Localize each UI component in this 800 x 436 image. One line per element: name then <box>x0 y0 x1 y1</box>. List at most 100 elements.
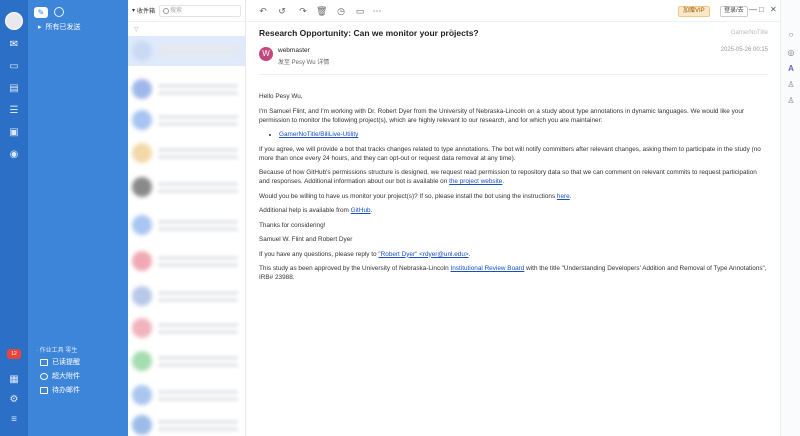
blurred-avatar <box>132 286 152 306</box>
blurred-avatar <box>132 41 152 61</box>
blurred-avatar <box>132 79 152 99</box>
sender-avatar[interactable]: W <box>259 47 273 61</box>
login-button[interactable]: 登录/去 <box>720 6 748 17</box>
list-item[interactable] <box>128 410 245 436</box>
compass-icon[interactable]: ◉ <box>8 150 20 160</box>
text: Would you be willing to have us monitor … <box>259 192 557 200</box>
message-toolbar: ↶ ↺ ↷ 🗑 ◷ ▭ ⋯ 加赠VIP 登录/去 — □ ✕ <box>246 0 780 22</box>
list-item[interactable] <box>128 281 245 311</box>
calendar-icon[interactable]: ▤ <box>8 84 20 94</box>
play-icon: ▸ <box>38 24 42 31</box>
settings-icon[interactable]: ⚙ <box>8 395 20 405</box>
inbox-dropdown[interactable]: ▾ 收件箱 <box>132 6 155 15</box>
text: . <box>370 207 373 214</box>
blurred-avatar <box>132 385 152 405</box>
blurred-avatar <box>132 110 152 130</box>
list-item[interactable] <box>128 346 245 376</box>
minimize-button[interactable]: — <box>749 5 757 14</box>
text: . <box>569 192 572 200</box>
edit-icon[interactable]: ✎ <box>449 28 455 36</box>
contact-icon[interactable]: ♙ <box>786 96 796 106</box>
text: . <box>468 250 471 258</box>
notification-badge[interactable]: 12 <box>7 349 21 359</box>
list-item[interactable] <box>128 172 245 202</box>
maximize-button[interactable]: □ <box>759 5 764 14</box>
blurred-avatar <box>132 415 152 435</box>
folder-icon[interactable]: ▭ <box>8 62 20 72</box>
sync-icon[interactable] <box>54 7 64 17</box>
reply-icon[interactable]: ↶ <box>258 6 268 16</box>
read-receipt-icon <box>40 358 48 366</box>
blurred-avatar <box>132 251 152 271</box>
message-reader: ↶ ↺ ↷ 🗑 ◷ ▭ ⋯ 加赠VIP 登录/去 — □ ✕ Research … <box>246 0 780 436</box>
search-icon[interactable]: ○ <box>786 30 796 40</box>
blurred-avatar <box>132 143 152 163</box>
project-link[interactable]: GamerNoTitle/BiliLive-Utility <box>279 131 358 138</box>
list-item[interactable] <box>128 313 245 343</box>
list-item[interactable] <box>128 380 245 410</box>
message-date: 2025-05-26 00:15 <box>720 47 768 53</box>
ai-icon[interactable]: A <box>786 64 796 74</box>
reply-paragraph: If you have any questions, please reply … <box>259 250 769 259</box>
install-paragraph: Would you be willing to have us monitor … <box>259 192 769 201</box>
list-item[interactable] <box>128 74 245 104</box>
compose-button[interactable]: ✎ <box>34 7 48 18</box>
todo-icon <box>40 386 48 394</box>
list-header: ▾ 收件箱 搜索 <box>128 0 245 22</box>
close-button[interactable]: ✕ <box>770 5 777 14</box>
contacts-icon[interactable]: ☰ <box>8 106 20 116</box>
blurred-avatar <box>132 177 152 197</box>
notes-icon[interactable]: ▦ <box>8 375 20 385</box>
thanks-line: Thanks for considering! <box>259 221 326 229</box>
project-website-link[interactable]: the project website <box>449 178 502 185</box>
text: . <box>502 178 505 185</box>
reply-all-icon[interactable]: ↺ <box>277 6 287 16</box>
app-icon-rail: ✉ ▭ ▤ ☰ ▣ ◉ 12 ▦ ⚙ ≡ <box>0 0 28 436</box>
search-input[interactable]: 搜索 <box>159 4 241 17</box>
signature: Samuel W. Flint and Robert Dyer <box>259 236 353 243</box>
folder-panel: ✎ ▸ 所有已发送 · 作业工具 零生 已读提醒 超大附件 待办邮件 <box>28 0 128 436</box>
briefcase-icon[interactable]: ▣ <box>8 128 20 138</box>
tool-large-attachment[interactable]: 超大附件 <box>40 371 80 381</box>
list-item[interactable] <box>128 246 245 276</box>
tool-todo-mail[interactable]: 待办邮件 <box>40 385 80 395</box>
install-link[interactable]: here <box>557 193 570 200</box>
project-list: GamerNoTitle/BiliLive-Utility <box>259 130 769 139</box>
forward-icon[interactable]: ↷ <box>298 6 308 16</box>
sender-name[interactable]: webmaster <box>278 47 310 54</box>
menu-icon[interactable]: ≡ <box>8 415 20 425</box>
message-subject: Research Opportunity: Can we monitor you… <box>259 28 479 38</box>
more-icon[interactable]: ⋯ <box>372 6 382 16</box>
user-avatar[interactable] <box>5 12 23 30</box>
irb-paragraph: This study as been approved by the Unive… <box>259 264 769 282</box>
filter-icon[interactable]: ▽ <box>134 26 139 33</box>
list-item: GamerNoTitle/BiliLive-Utility <box>279 130 769 139</box>
clock-icon[interactable]: ◷ <box>336 6 346 16</box>
archive-icon[interactable]: ▭ <box>355 6 365 16</box>
text: If you have any questions, please reply … <box>259 250 379 258</box>
recipient-line[interactable]: 发至 Pesy Wu 详情 <box>278 57 329 66</box>
list-item[interactable] <box>128 138 245 168</box>
help-paragraph: Additional help is available from GitHub… <box>259 206 769 215</box>
attachment-icon <box>40 372 48 380</box>
chevron-down-icon: ▾ <box>132 8 136 14</box>
translate-icon[interactable]: ◎ <box>786 48 796 58</box>
tool-label: 待办邮件 <box>52 387 80 394</box>
tool-read-receipt[interactable]: 已读提醒 <box>40 357 80 367</box>
blurred-avatar <box>132 318 152 338</box>
github-link[interactable]: GitHub <box>351 207 371 214</box>
list-item[interactable] <box>128 105 245 135</box>
text: Additional help is available from <box>259 207 351 214</box>
person-icon[interactable]: ♙ <box>786 80 796 90</box>
vip-button[interactable]: 加赠VIP <box>678 6 710 17</box>
folder-sent-all[interactable]: ▸ 所有已发送 <box>38 22 81 32</box>
list-item[interactable] <box>128 210 245 240</box>
agree-paragraph: If you agree, we will provide a bot that… <box>259 145 761 162</box>
tools-header: · 作业工具 零生 <box>36 348 78 354</box>
mail-icon[interactable]: ✉ <box>8 40 20 50</box>
permissions-paragraph: Because of how GitHub's permissions stru… <box>259 168 769 186</box>
irb-link[interactable]: Institutional Review Board <box>450 265 524 272</box>
delete-icon[interactable]: 🗑 <box>316 6 327 16</box>
list-item[interactable] <box>128 36 245 66</box>
reply-email-link[interactable]: "Robert Dyer" <rdyer@unl.edu> <box>378 251 468 258</box>
